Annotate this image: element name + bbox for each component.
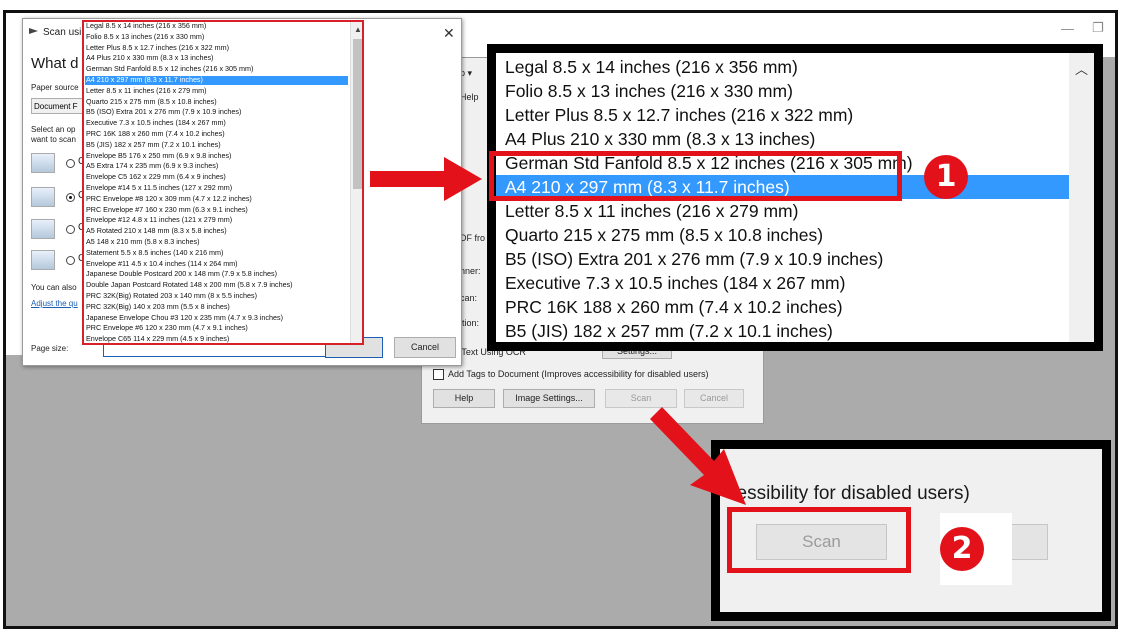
page-size-option[interactable]: PRC Envelope #8 120 x 309 mm (4.7 x 12.2… (85, 195, 348, 204)
option-label: ition: (460, 318, 480, 328)
radio-custom-settings[interactable] (66, 256, 75, 265)
cancel-button[interactable]: Cancel (394, 337, 456, 358)
page-size-option[interactable]: Quarto 215 x 275 mm (8.5 x 10.8 inches) (85, 98, 348, 107)
zoom-page-size-option[interactable]: Letter 8.5 x 11 inches (216 x 279 mm) (505, 199, 798, 223)
page-size-option[interactable]: Statement 5.5 x 8.5 inches (140 x 216 mm… (85, 249, 348, 258)
zoom-scrollbar[interactable]: ︿ (1069, 53, 1094, 342)
zoom-page-size-option[interactable]: B5 (ISO) Extra 201 x 276 mm (7.9 x 10.9 … (505, 247, 883, 271)
page-size-dropdown-list[interactable]: Legal 8.5 x 14 inches (216 x 356 mm) Foli… (82, 20, 364, 345)
pdf-from-label: DF fro (460, 233, 486, 243)
arrow-down-right-icon (650, 407, 746, 505)
page-size-option[interactable]: PRC Envelope #7 160 x 230 mm (6.3 x 9.1 … (85, 206, 348, 215)
stage: — ❐ p ▾ Help DF fro nner: can: ition: co… (0, 0, 1121, 632)
page-size-option[interactable]: A5 148 x 210 mm (5.8 x 8.3 inches) (85, 238, 348, 247)
grayscale-picture-icon[interactable] (31, 187, 55, 207)
adjust-quality-link[interactable]: Adjust the qu (31, 299, 78, 308)
page-size-option[interactable]: B5 (JIS) 182 x 257 mm (7.2 x 10.1 inches… (85, 141, 348, 150)
help-button[interactable]: Help (433, 389, 495, 408)
radio-grayscale-picture[interactable] (66, 193, 75, 202)
page-size-option[interactable]: Executive 7.3 x 10.5 inches (184 x 267 m… (85, 119, 348, 128)
black-white-picture-icon[interactable] (31, 219, 55, 239)
zoom-page-size-option[interactable]: Folio 8.5 x 13 inches (216 x 330 mm) (505, 79, 793, 103)
page-size-option[interactable]: Envelope #12 4.8 x 11 inches (121 x 279 … (85, 216, 348, 225)
page-size-option[interactable]: Japanese Double Postcard 200 x 148 mm (7… (85, 270, 348, 279)
radio-black-white[interactable] (66, 225, 75, 234)
scan-dialog-title: Scan usi (43, 27, 82, 38)
page-size-option[interactable]: Envelope #11 4.5 x 10.4 inches (114 x 26… (85, 260, 348, 269)
scanner-label: nner: (460, 266, 481, 276)
scroll-thumb[interactable] (353, 39, 362, 189)
add-tags-label: Add Tags to Document (Improves accessibi… (448, 369, 709, 379)
page-size-option[interactable]: Folio 8.5 x 13 inches (216 x 330 mm) (85, 33, 348, 42)
page-size-option[interactable]: Envelope C5 162 x 229 mm (6.4 x 9 inches… (85, 173, 348, 182)
page-size-option[interactable]: German Std Fanfold 8.5 x 12 inches (216 … (85, 65, 348, 74)
page-size-option[interactable]: Letter 8.5 x 11 inches (216 x 279 mm) (85, 87, 348, 96)
zoom-accessibility-text: cessibility for disabled users) (727, 483, 970, 504)
radio-color-picture[interactable] (66, 159, 75, 168)
scanner-icon (29, 28, 38, 34)
page-size-option[interactable]: Legal 8.5 x 14 inches (216 x 356 mm) (85, 22, 348, 31)
page-size-option[interactable]: PRC 32K(Big) 140 x 203 mm (5.5 x 8 inche… (85, 303, 348, 312)
step-badge-1: 1 (924, 155, 968, 199)
page-size-option[interactable]: A4 Plus 210 x 330 mm (8.3 x 13 inches) (85, 54, 348, 63)
page-size-option[interactable]: Envelope C65 114 x 229 mm (4.5 x 9 inche… (85, 335, 348, 343)
highlight-box-a4 (489, 151, 902, 201)
color-picture-icon[interactable] (31, 153, 55, 173)
dropdown-scrollbar[interactable]: ▲ (350, 22, 362, 343)
page-size-option[interactable]: A4 210 x 297 mm (8.3 x 11.7 inches) (85, 76, 348, 85)
page-size-option[interactable]: B5 (ISO) Extra 201 x 276 mm (7.9 x 10.9 … (85, 108, 348, 117)
image-settings-button[interactable]: Image Settings... (503, 389, 595, 408)
page-size-option[interactable]: Japanese Envelope Chou #3 120 x 235 mm (… (85, 314, 348, 323)
background-workspace-left (6, 355, 455, 626)
page-size-option[interactable]: Envelope #14 5 x 11.5 inches (127 x 292 … (85, 184, 348, 193)
close-icon[interactable]: ✕ (443, 25, 455, 42)
custom-settings-icon[interactable] (31, 250, 55, 270)
add-tags-checkbox[interactable] (433, 369, 444, 380)
page-size-label: Page size: (31, 344, 69, 353)
page-size-option[interactable]: Letter Plus 8.5 x 12.7 inches (216 x 322… (85, 44, 348, 53)
footer-text: You can also (31, 283, 77, 292)
page-size-option[interactable]: PRC Envelope #6 120 x 230 mm (4.7 x 9.1 … (85, 324, 348, 333)
zoom-page-size-option[interactable]: Legal 8.5 x 14 inches (216 x 356 mm) (505, 55, 798, 79)
zoom-page-size-option[interactable]: Executive 7.3 x 10.5 inches (184 x 267 m… (505, 271, 845, 295)
zoom-page-size-option[interactable]: Quarto 215 x 275 mm (8.5 x 10.8 inches) (505, 223, 823, 247)
page-size-option[interactable]: Envelope B5 176 x 250 mm (6.9 x 9.8 inch… (85, 152, 348, 161)
zoom-page-size-option[interactable]: PRC 16K 188 x 260 mm (7.4 x 10.2 inches) (505, 295, 843, 319)
scan-label: can: (460, 293, 478, 303)
arrow-right-icon (370, 157, 482, 201)
chevron-up-icon[interactable]: ︿ (1075, 59, 1088, 78)
page-size-option[interactable]: PRC 16K 188 x 260 mm (7.4 x 10.2 inches) (85, 130, 348, 139)
select-option-text-2: want to scan (31, 135, 76, 144)
highlight-box-scan (727, 507, 911, 573)
step-badge-2: 2 (940, 527, 984, 571)
scan-heading: What d (31, 55, 79, 72)
paper-source-label: Paper source (31, 83, 79, 92)
zoom-page-size-option[interactable]: A4 Plus 210 x 330 mm (8.3 x 13 inches) (505, 127, 815, 151)
select-option-text: Select an op (31, 125, 76, 134)
maximize-button[interactable]: ❐ (1092, 20, 1104, 36)
page-size-option[interactable]: A5 Rotated 210 x 148 mm (8.3 x 5.8 inche… (85, 227, 348, 236)
page-size-option[interactable]: A5 Extra 174 x 235 mm (6.9 x 9.3 inches) (85, 162, 348, 171)
zoom-page-size-option[interactable]: Letter Plus 8.5 x 12.7 inches (216 x 322… (505, 103, 853, 127)
minimize-button[interactable]: — (1061, 21, 1074, 36)
help-menu-fragment[interactable]: Help (460, 92, 479, 102)
zoom-page-size-option[interactable]: B5 (JIS) 182 x 257 mm (7.2 x 10.1 inches… (505, 319, 833, 342)
page-size-option[interactable]: PRC 32K(Big) Rotated 203 x 140 mm (8 x 5… (85, 292, 348, 301)
scroll-up-icon[interactable]: ▲ (354, 25, 362, 34)
page-size-option[interactable]: Double Japan Postcard Rotated 148 x 200 … (85, 281, 348, 290)
